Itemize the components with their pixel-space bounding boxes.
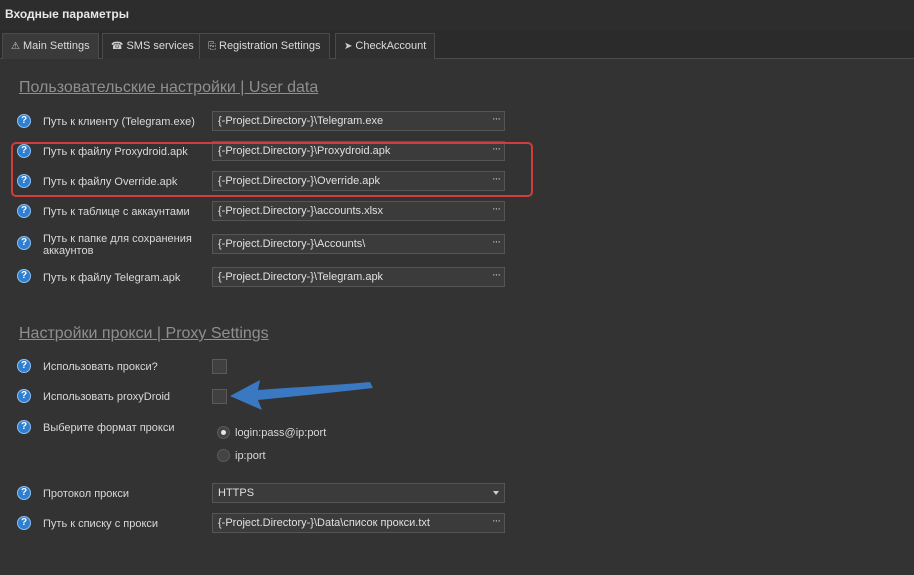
field-value: {-Project.Directory-}\Telegram.apk xyxy=(218,271,384,283)
tab-registration-settings[interactable]: ⎘ Registration Settings xyxy=(199,33,330,59)
sms-icon: ☎ xyxy=(111,41,124,52)
field-value: {-Project.Directory-}\Telegram.exe xyxy=(218,115,384,127)
accounts-table-field[interactable]: {-Project.Directory-}\accounts.xlsx ··· xyxy=(212,201,505,221)
field-label-override-path: Путь к файлу Override.apk xyxy=(43,176,178,188)
field-label-accounts-folder: Путь к папке для сохранения аккаунтов xyxy=(43,233,192,257)
tab-bar: ⚠ Main Settings ☎ SMS services ⎘ Registrati… xyxy=(0,33,914,60)
proxy-format-label: Выберите формат прокси xyxy=(43,422,175,434)
use-proxy-checkbox[interactable] xyxy=(212,359,227,374)
help-icon[interactable]: ? xyxy=(17,174,31,188)
field-value: {-Project.Directory-}\Override.apk xyxy=(218,175,380,187)
help-icon[interactable]: ? xyxy=(17,359,31,373)
field-label-accounts-table: Путь к таблице с аккаунтами xyxy=(43,206,190,218)
help-icon[interactable]: ? xyxy=(17,389,31,403)
help-icon[interactable]: ? xyxy=(17,236,31,250)
use-proxydroid-label: Использовать proxyDroid xyxy=(43,391,171,403)
tab-label: SMS services xyxy=(126,40,194,52)
proxydroid-path-field[interactable]: {-Project.Directory-}\Proxydroid.apk ··· xyxy=(212,141,505,161)
browse-button[interactable]: ··· xyxy=(492,515,501,527)
field-value: {-Project.Directory-}\accounts.xlsx xyxy=(218,205,384,217)
tab-label: CheckAccount xyxy=(355,40,427,52)
send-icon: ➤ xyxy=(344,41,353,52)
browse-button[interactable]: ··· xyxy=(492,143,501,155)
browse-button[interactable]: ··· xyxy=(492,203,501,215)
help-icon[interactable]: ? xyxy=(17,144,31,158)
chevron-down-icon[interactable] xyxy=(493,491,499,495)
tab-label: Registration Settings xyxy=(219,40,321,52)
help-icon[interactable]: ? xyxy=(17,420,31,434)
format-radio-label: login:pass@ip:port xyxy=(235,427,327,439)
tab-checkaccount[interactable]: ➤ CheckAccount xyxy=(335,33,436,59)
help-icon[interactable]: ? xyxy=(17,486,31,500)
help-icon[interactable]: ? xyxy=(17,269,31,283)
help-icon[interactable]: ? xyxy=(17,204,31,218)
override-path-field[interactable]: {-Project.Directory-}\Override.apk ··· xyxy=(212,171,505,191)
browse-button[interactable]: ··· xyxy=(492,113,501,125)
help-icon[interactable]: ? xyxy=(17,516,31,530)
use-proxydroid-checkbox[interactable] xyxy=(212,389,227,404)
use-proxy-label: Использовать прокси? xyxy=(43,361,158,373)
field-value: {-Project.Directory-}\Accounts\ xyxy=(218,238,366,250)
field-label-client-path: Путь к клиенту (Telegram.exe) xyxy=(43,116,195,128)
section-title-proxy-settings: Настройки прокси | Proxy Settings xyxy=(19,325,269,342)
client-path-field[interactable]: {-Project.Directory-}\Telegram.exe ··· xyxy=(212,111,505,131)
window-title: Входные параметры xyxy=(5,7,129,21)
window-titlebar: Входные параметры xyxy=(0,0,914,30)
field-label-telegram-apk: Путь к файлу Telegram.apk xyxy=(43,272,181,284)
help-icon[interactable]: ? xyxy=(17,114,31,128)
telegram-apk-field[interactable]: {-Project.Directory-}\Telegram.apk ··· xyxy=(212,267,505,287)
warning-icon: ⚠ xyxy=(11,41,20,52)
field-value: {-Project.Directory-}\Proxydroid.apk xyxy=(218,145,391,157)
proxy-protocol-label: Протокол прокси xyxy=(43,488,129,500)
format-radio-ip-port[interactable] xyxy=(217,449,230,462)
browse-button[interactable]: ··· xyxy=(492,236,501,248)
tab-main-settings[interactable]: ⚠ Main Settings xyxy=(2,33,99,60)
field-value: {-Project.Directory-}\Data\список прокси… xyxy=(218,517,430,529)
document-icon: ⎘ xyxy=(208,41,216,52)
section-title-user-data: Пользовательские настройки | User data xyxy=(19,79,319,96)
browse-button[interactable]: ··· xyxy=(492,269,501,281)
proxy-protocol-select[interactable]: HTTPS xyxy=(212,483,505,503)
format-radio-login-pass[interactable] xyxy=(217,426,230,439)
select-value: HTTPS xyxy=(218,487,255,499)
format-radio-label: ip:port xyxy=(235,450,266,462)
browse-button[interactable]: ··· xyxy=(492,173,501,185)
proxy-list-field[interactable]: {-Project.Directory-}\Data\список прокси… xyxy=(212,513,505,533)
tab-label: Main Settings xyxy=(22,40,90,52)
field-label-proxydroid-path: Путь к файлу Proxydroid.apk xyxy=(43,146,188,158)
tab-sms-services[interactable]: ☎ SMS services xyxy=(102,33,203,59)
proxy-list-label: Путь к списку с прокси xyxy=(43,518,159,530)
accounts-folder-field[interactable]: {-Project.Directory-}\Accounts\ ··· xyxy=(212,234,505,254)
